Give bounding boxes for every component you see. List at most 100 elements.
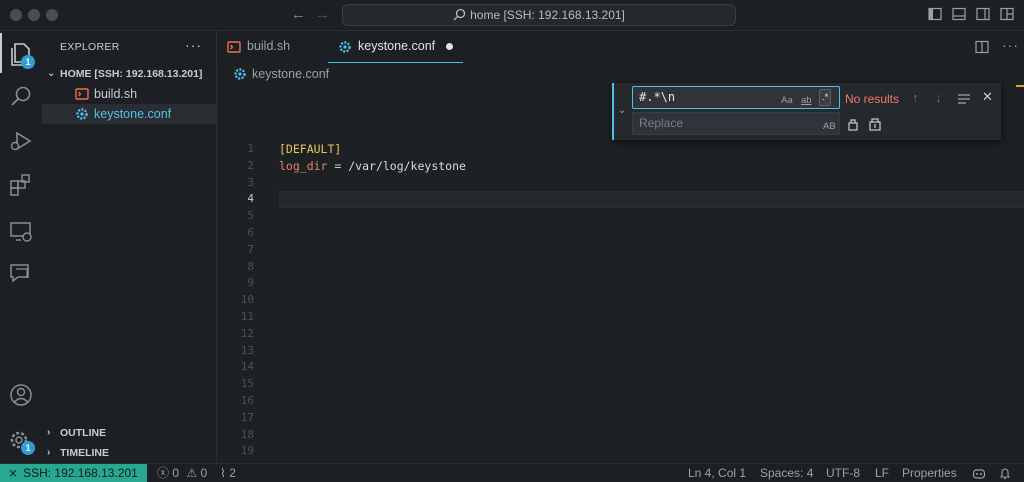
cursor-position[interactable]: Ln 4, Col 1 — [688, 464, 746, 482]
line-number: 10 — [240, 293, 254, 307]
replace-input[interactable]: Replace AB — [632, 112, 840, 135]
notifications-bell-icon[interactable] — [999, 467, 1011, 480]
line-number: 4 — [247, 192, 254, 206]
tab-label: build.sh — [247, 39, 291, 53]
minimize-window-button[interactable] — [28, 9, 40, 21]
ini-key: log_dir — [279, 159, 328, 173]
current-line-highlight — [279, 191, 1024, 208]
zoom-window-button[interactable] — [46, 9, 58, 21]
close-find-icon[interactable]: ✕ — [982, 89, 993, 105]
replace-icon[interactable] — [847, 117, 859, 131]
activity-bar: 1 1 — [0, 31, 42, 463]
preserve-case-toggle[interactable]: AB — [823, 116, 836, 137]
title-bar: ← → home [SSH: 192.168.13.201] — [0, 0, 1024, 31]
line-number: 3 — [247, 175, 254, 189]
split-editor-icon[interactable] — [975, 40, 989, 54]
line-number: 5 — [247, 209, 254, 223]
file-name: keystone.conf — [94, 107, 172, 121]
config-file-gear-icon — [76, 108, 88, 120]
error-count: 0 — [172, 466, 180, 480]
toggle-secondary-sidebar-icon[interactable] — [976, 7, 990, 21]
tab-keystone-conf[interactable]: keystone.conf — [328, 31, 463, 63]
config-file-gear-icon — [234, 68, 246, 80]
manage-settings-button[interactable]: 1 — [7, 427, 35, 455]
line-number: 9 — [247, 276, 254, 290]
account-icon — [10, 384, 32, 406]
line-number: 11 — [240, 310, 254, 323]
close-window-button[interactable] — [10, 9, 22, 21]
line-number: 13 — [240, 343, 254, 357]
chat-icon — [10, 264, 29, 283]
settings-badge: 1 — [21, 441, 35, 455]
code-editor[interactable]: 1 2 3 4 5 6 7 8 9 10 11 12 13 14 15 16 17 18 19 [DEFAULT] … — [217, 85, 1024, 463]
language-mode[interactable]: Properties — [902, 464, 957, 482]
search-view-button[interactable] — [7, 83, 35, 111]
file-item-build-sh[interactable]: build.sh — [42, 84, 216, 104]
window-title: home [SSH: 192.168.13.201] — [470, 8, 625, 22]
line-number: 1 — [247, 142, 254, 155]
whole-word-toggle[interactable]: ab — [801, 90, 812, 111]
warning-count: 0 — [200, 466, 208, 480]
breadcrumb-file[interactable]: keystone.conf — [252, 63, 329, 85]
explorer-more-actions-button[interactable]: ··· — [185, 37, 202, 53]
go-forward-button[interactable]: → — [315, 6, 330, 23]
chat-button[interactable] — [7, 259, 35, 287]
find-query: #.*\n — [639, 90, 676, 104]
error-icon: ⓧ — [157, 466, 170, 480]
run-and-debug-button[interactable] — [7, 127, 35, 155]
shell-file-icon — [227, 41, 241, 53]
line-number: 16 — [240, 394, 254, 407]
toggle-primary-sidebar-icon[interactable] — [928, 7, 942, 21]
line-number: 17 — [240, 410, 254, 424]
next-match-arrow-down-icon[interactable]: ↓ — [935, 90, 942, 105]
toggle-panel-icon[interactable] — [952, 7, 966, 21]
run-debug-icon — [10, 131, 32, 151]
outline-section-header[interactable]: › OUTLINE — [42, 423, 217, 443]
find-in-selection-icon[interactable] — [957, 93, 971, 105]
remote-explorer-button[interactable] — [7, 217, 35, 245]
toggle-replace-chevron-icon[interactable]: ⌄ — [618, 105, 626, 116]
extensions-icon — [10, 174, 30, 196]
file-item-keystone-conf[interactable]: keystone.conf — [42, 104, 216, 124]
extensions-button[interactable] — [7, 171, 35, 199]
find-status: No results — [845, 92, 900, 106]
go-back-button[interactable]: ← — [291, 6, 306, 23]
ports-indicator[interactable]: ⌇ 2 — [220, 464, 236, 482]
previous-match-arrow-up-icon[interactable]: ↑ — [912, 90, 919, 105]
find-replace-widget: ⌄ #.*\n Aa ab .* No results ↑ ↓ ✕ Replac… — [612, 83, 1001, 140]
copilot-icon[interactable] — [972, 467, 986, 480]
remote-label: SSH: 192.168.13.201 — [23, 466, 138, 480]
tab-build-sh[interactable]: build.sh — [217, 31, 327, 63]
remote-indicator[interactable]: ⨯ SSH: 192.168.13.201 — [0, 464, 147, 482]
encoding[interactable]: UTF-8 — [826, 464, 860, 482]
editor-tabs: build.sh keystone.conf ··· — [217, 31, 1024, 63]
file-name: build.sh — [94, 87, 138, 101]
status-bar: ⨯ SSH: 192.168.13.201 ⓧ 0 ⚠ 0 ⌇ 2 Ln 4, C… — [0, 463, 1024, 482]
replace-placeholder: Replace — [639, 116, 684, 130]
indentation[interactable]: Spaces: 4 — [760, 464, 813, 482]
line-number: 19 — [240, 444, 254, 458]
command-center[interactable]: home [SSH: 192.168.13.201] — [342, 4, 736, 26]
explorer-button[interactable]: 1 — [7, 39, 35, 69]
find-input[interactable]: #.*\n Aa ab .* — [632, 86, 840, 109]
end-of-line[interactable]: LF — [875, 464, 889, 482]
line-number: 18 — [240, 427, 254, 441]
ini-value: /var/log/keystone — [348, 159, 466, 173]
problems-indicator[interactable]: ⓧ 0 ⚠ 0 — [157, 464, 207, 482]
line-number: 12 — [240, 326, 254, 340]
timeline-section-header[interactable]: › TIMELINE — [42, 443, 217, 463]
ports-count: 2 — [229, 466, 236, 480]
regex-toggle[interactable]: .* — [819, 89, 832, 106]
editor-more-actions-button[interactable]: ··· — [1002, 37, 1019, 53]
match-case-toggle[interactable]: Aa — [781, 90, 793, 111]
accounts-button[interactable] — [7, 381, 35, 409]
outline-label: OUTLINE — [60, 427, 107, 439]
config-file-gear-icon — [339, 41, 351, 53]
replace-all-icon[interactable] — [868, 117, 882, 131]
line-number: 15 — [240, 377, 254, 391]
search-icon — [453, 8, 466, 21]
customize-layout-icon[interactable] — [1000, 7, 1014, 21]
line-number: 7 — [247, 242, 254, 256]
unsaved-changes-dot[interactable] — [446, 43, 453, 50]
workspace-folder-header[interactable]: ⌄ HOME [SSH: 192.168.13.201] — [42, 64, 217, 84]
